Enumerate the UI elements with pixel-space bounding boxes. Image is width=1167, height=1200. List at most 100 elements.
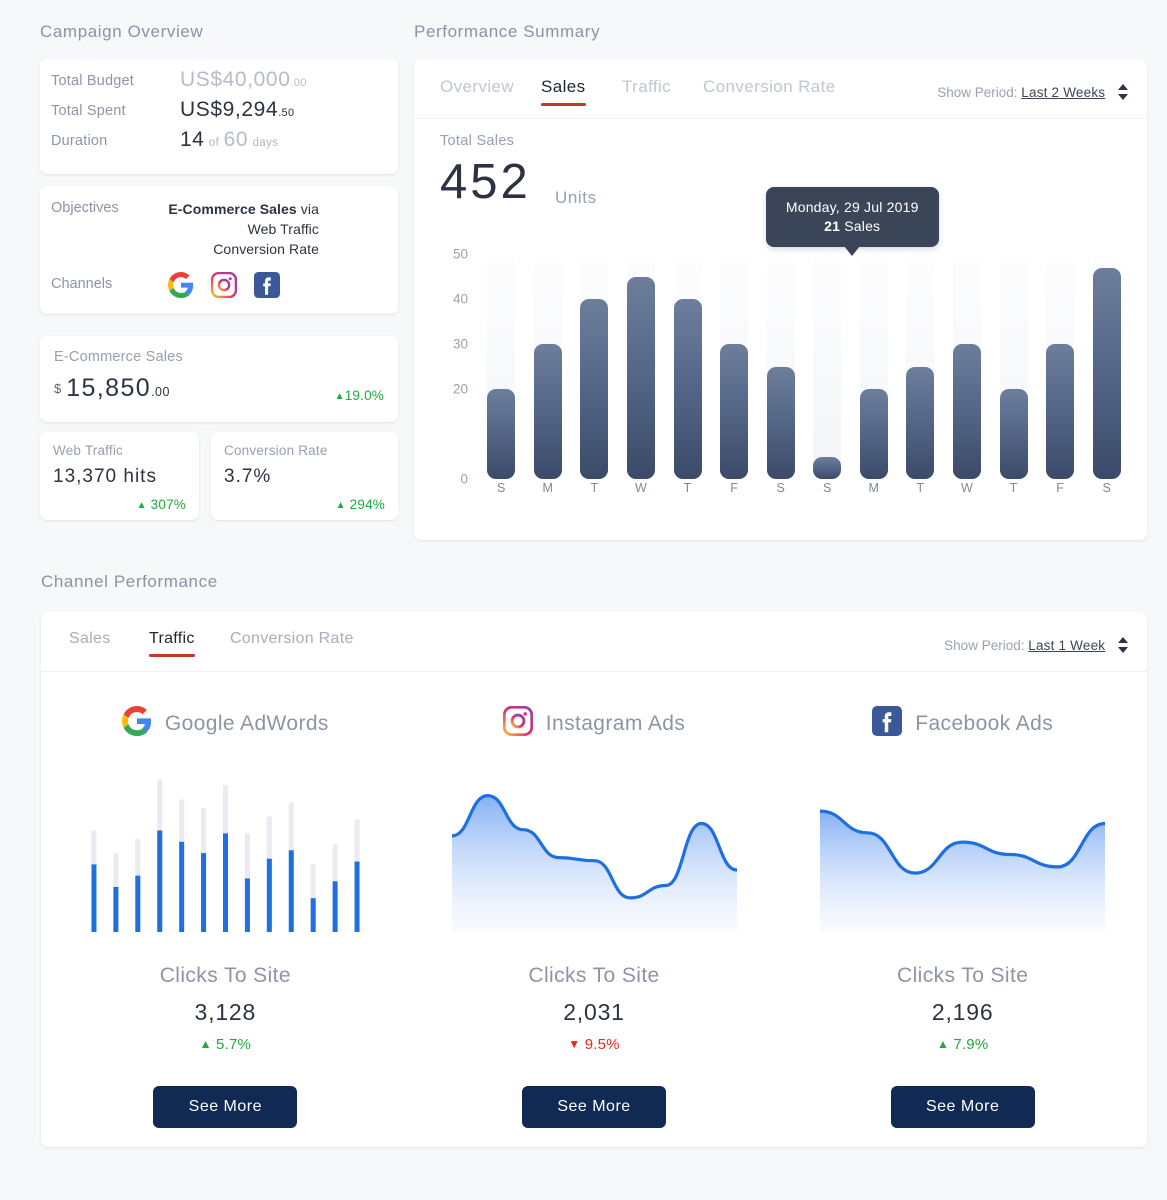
bar-fill xyxy=(533,344,562,479)
budget-card: Total Budget US$40,000.00 Total Spent US… xyxy=(40,59,398,174)
ecommerce-delta-value: 19.0% xyxy=(344,388,384,403)
ecommerce-sales-cents: .00 xyxy=(151,385,170,399)
chart-plot-area xyxy=(478,254,1130,479)
total-budget-label: Total Budget xyxy=(51,73,135,89)
objective-secondary-1: Conversion Rate xyxy=(213,241,319,257)
channel-delta-value: 7.9% xyxy=(949,1036,989,1053)
duration-row: Duration 14 of 60 days xyxy=(40,128,398,162)
bar-column[interactable] xyxy=(990,254,1037,479)
sales-bar-chart: 0 20 30 40 50 S M T W T F S S M T W T F S Monday, 29 Jul … xyxy=(440,187,1130,499)
bar-column[interactable] xyxy=(757,254,804,479)
bar-column[interactable] xyxy=(804,254,851,479)
x-axis-tick: F xyxy=(730,481,739,495)
channel-metric-value: 3,128 xyxy=(194,999,257,1025)
x-axis-tick: M xyxy=(868,481,880,495)
y-axis-tick: 50 xyxy=(452,246,468,262)
x-axis-tick: F xyxy=(1056,481,1065,495)
google-icon[interactable] xyxy=(168,272,194,303)
channel-column-1: Instagram Ads Clicks To Site 2,031 ▼ 9.5% Se… xyxy=(410,674,779,1128)
period-value: Last 1 Week xyxy=(1028,638,1106,653)
total-budget-amount: US$40,000 xyxy=(180,68,291,91)
instagram-icon[interactable] xyxy=(210,271,238,303)
duration-unit: days xyxy=(252,137,279,149)
tab-conversion-rate[interactable]: Conversion Rate xyxy=(703,77,836,106)
web-traffic-delta: ▲ 307% xyxy=(137,497,186,512)
channel-tab-sales[interactable]: Sales xyxy=(69,630,111,657)
total-sales-unit: Units xyxy=(555,188,597,207)
y-axis-tick: 40 xyxy=(452,291,468,307)
duration-elapsed: 14 xyxy=(180,128,205,151)
bar-column[interactable] xyxy=(618,254,665,479)
ecommerce-sales-number: 15,850 xyxy=(66,374,152,402)
ecommerce-sales-label: E-Commerce Sales xyxy=(54,349,183,365)
facebook-icon[interactable] xyxy=(254,272,280,303)
channel-metric-delta: ▲ 7.9% xyxy=(778,1036,1147,1053)
bar-column[interactable] xyxy=(711,254,758,479)
tab-traffic[interactable]: Traffic xyxy=(622,77,671,106)
x-axis-tick: S xyxy=(823,481,832,495)
channel-metric-label: Clicks To Site xyxy=(897,964,1029,987)
google-icon xyxy=(121,706,152,741)
tab-overview[interactable]: Overview xyxy=(440,77,514,106)
bar-fill xyxy=(627,276,656,479)
channel-period-selector[interactable]: Show Period: Last 1 Week xyxy=(944,637,1129,653)
see-more-button[interactable]: See More xyxy=(153,1086,298,1128)
channels-label: Channels xyxy=(51,276,113,292)
bar-column[interactable] xyxy=(1037,254,1084,479)
bar-column[interactable] xyxy=(944,254,991,479)
channel-metric-label: Clicks To Site xyxy=(159,964,291,987)
see-more-button[interactable]: See More xyxy=(522,1086,666,1128)
tab-sales[interactable]: Sales xyxy=(541,77,586,106)
objective-primary: E-Commerce Sales via xyxy=(168,199,319,219)
bar-column[interactable] xyxy=(1084,254,1131,479)
tooltip-date: Monday, 29 Jul 2019 xyxy=(785,199,919,215)
performance-period-selector[interactable]: Show Period: Last 2 Weeks xyxy=(937,84,1129,100)
channel-mini-chart xyxy=(83,777,368,932)
bar-column[interactable] xyxy=(571,254,618,479)
bar-column[interactable] xyxy=(525,254,572,479)
bar-fill xyxy=(813,456,842,479)
objectives-label: Objectives xyxy=(51,200,119,216)
x-axis-tick: T xyxy=(590,481,599,495)
ecommerce-sales-card: E-Commerce Sales $ 15,850.00 ▲19.0% xyxy=(40,336,398,422)
x-axis-tick: S xyxy=(1102,481,1112,495)
bar-column[interactable] xyxy=(897,254,944,479)
performance-summary-title: Performance Summary xyxy=(414,22,601,41)
chevron-updown-icon[interactable] xyxy=(1118,637,1129,653)
channel-tab-conversion-rate[interactable]: Conversion Rate xyxy=(230,630,354,657)
x-axis-tick: W xyxy=(634,481,648,495)
chevron-updown-icon[interactable] xyxy=(1118,84,1129,100)
conversion-rate-delta-value: 294% xyxy=(349,497,385,512)
total-spent-value: US$9,294.50 xyxy=(180,98,294,122)
objective-via: via xyxy=(296,201,319,217)
performance-summary-card: Overview Sales Traffic Conversion Rate S… xyxy=(414,59,1147,540)
performance-tab-bar: Overview Sales Traffic Conversion Rate S… xyxy=(414,59,1147,119)
channel-header: Instagram Ads xyxy=(410,705,779,741)
y-axis-tick: 0 xyxy=(460,471,468,487)
channel-mini-chart xyxy=(820,777,1106,932)
instagram-icon xyxy=(502,705,533,741)
bar-fill xyxy=(673,299,702,479)
bar-track xyxy=(813,254,842,479)
bar-column[interactable] xyxy=(478,254,525,479)
chart-tooltip: Monday, 29 Jul 2019 21 Sales xyxy=(765,187,939,256)
channel-performance-title: Channel Performance xyxy=(41,572,218,591)
total-sales-value: 452 xyxy=(440,155,531,209)
see-more-button[interactable]: See More xyxy=(890,1086,1035,1128)
x-axis-tick: S xyxy=(776,481,786,495)
bar-fill xyxy=(1046,344,1075,479)
bar-fill xyxy=(720,344,749,479)
channel-name: Facebook Ads xyxy=(915,711,1054,735)
bar-column[interactable] xyxy=(851,254,898,479)
total-budget-value: US$40,000.00 xyxy=(180,68,307,92)
objective-secondary-0: Web Traffic xyxy=(247,221,319,237)
channel-mini-chart xyxy=(451,777,737,932)
bar-column[interactable] xyxy=(664,254,711,479)
period-label: Show Period: xyxy=(937,85,1018,100)
tooltip-value: 21 Sales xyxy=(786,218,919,234)
currency-symbol: $ xyxy=(54,381,62,396)
delta-up-icon: ▲ xyxy=(936,1037,950,1051)
web-traffic-delta-value: 307% xyxy=(150,497,186,512)
channel-icon-list xyxy=(168,271,280,303)
channel-tab-traffic[interactable]: Traffic xyxy=(149,630,195,657)
